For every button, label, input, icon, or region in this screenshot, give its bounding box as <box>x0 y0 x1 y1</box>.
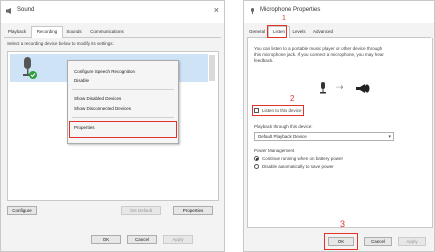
window-title: Microphone Properties <box>260 7 321 13</box>
menu-item-show-disconnected[interactable]: Show Disconnected Devices <box>74 106 131 111</box>
listen-tab-panel: You can listen to a portable music playe… <box>247 38 433 228</box>
checkbox-highlight-box <box>252 105 304 116</box>
tab-sounds[interactable]: Sounds <box>63 27 85 36</box>
microphone-source-icon <box>320 82 326 94</box>
tab-recording[interactable]: Recording <box>31 26 63 38</box>
close-icon[interactable]: × <box>214 5 219 15</box>
menu-item-configure-speech[interactable]: Configure Speech Recognition <box>74 69 135 74</box>
playback-device-value: Default Playback Device <box>258 134 307 139</box>
tab-advanced[interactable]: Advanced <box>310 27 336 36</box>
properties-highlight-box <box>69 121 177 138</box>
continue-running-radio[interactable] <box>254 156 259 161</box>
step-1-marker: 1 <box>282 15 286 22</box>
arrow-icon: ⇢ <box>336 82 344 92</box>
ok-highlight-box <box>324 233 358 250</box>
disable-automatically-label: Disable automatically to save power <box>262 164 334 169</box>
title-bar: Sound × <box>1 1 224 23</box>
instruction-text: Select a recording device below to modif… <box>7 41 114 46</box>
tab-communications[interactable]: Communications <box>87 27 127 36</box>
tab-strip: Playback Recording Sounds Communications <box>4 26 221 38</box>
window-title: Sound <box>17 7 35 13</box>
configure-button[interactable]: Configure <box>7 206 37 215</box>
disable-automatically-radio[interactable] <box>254 164 259 169</box>
speaker-icon <box>6 8 11 14</box>
set-default-button[interactable]: Set Default <box>121 206 161 215</box>
listen-tab-highlight-box <box>267 25 287 38</box>
ok-button[interactable]: OK <box>91 235 121 244</box>
menu-item-disable[interactable]: Disable <box>74 78 89 83</box>
properties-button[interactable]: Properties <box>173 206 213 215</box>
menu-separator <box>72 89 174 90</box>
level-meter <box>209 55 215 81</box>
continue-running-label: Continue running when on battery power <box>262 156 344 161</box>
playback-label: Playback through this device: <box>254 124 313 129</box>
chevron-down-icon: ▾ <box>388 134 391 140</box>
tab-playback[interactable]: Playback <box>4 27 30 36</box>
description-line-2: this microphone jack. If you connect a m… <box>254 52 384 57</box>
description-line-3: feedback. <box>254 58 274 63</box>
microphone-icon <box>251 8 254 14</box>
apply-button[interactable]: Apply <box>398 237 426 246</box>
menu-item-show-disabled[interactable]: Show Disabled Devices <box>74 96 121 101</box>
step-2-marker: 2 <box>290 94 295 103</box>
description-line-1: You can listen to a portable music playe… <box>254 46 383 51</box>
microphone-device-icon <box>23 57 37 79</box>
cancel-button[interactable]: Cancel <box>364 237 392 246</box>
sound-dialog: Sound × Playback Recording Sounds Commun… <box>0 0 225 252</box>
playback-device-dropdown[interactable]: Default Playback Device ▾ <box>254 132 394 141</box>
menu-separator <box>72 117 174 118</box>
apply-button[interactable]: Apply <box>163 235 193 244</box>
tab-levels[interactable]: Levels <box>290 27 308 36</box>
tab-general[interactable]: General <box>247 27 267 36</box>
speaker-output-icon <box>356 84 370 93</box>
cancel-button[interactable]: Cancel <box>127 235 157 244</box>
microphone-properties-dialog: Microphone Properties General Listen Lev… <box>243 0 435 252</box>
power-management-title: Power Management <box>254 148 295 153</box>
title-bar: Microphone Properties <box>244 1 434 23</box>
step-3-marker: 3 <box>340 219 346 229</box>
